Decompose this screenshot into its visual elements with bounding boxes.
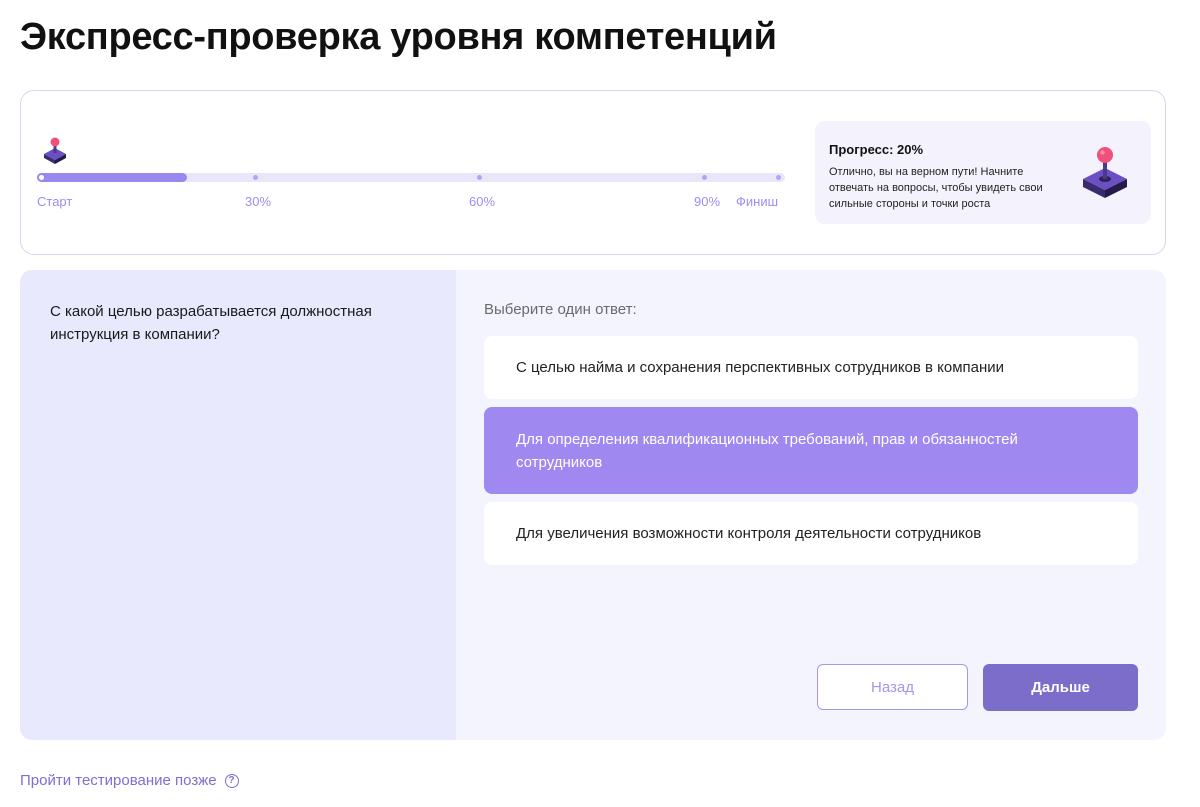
progress-tip-text: Отлично, вы на верном пути! Начните отве… <box>829 166 1043 210</box>
answer-option-label: Для определения квалификационных требова… <box>516 430 1018 471</box>
progress-card: Старт 30% 60% 90% Финиш Прогресс: 20% От… <box>20 90 1166 255</box>
progress-marker-finish <box>775 175 781 180</box>
joystick-icon <box>1083 147 1127 198</box>
page-title: Экспресс-проверка уровня компетенций <box>20 16 777 58</box>
help-circle-icon: ? <box>224 773 239 788</box>
take-test-later-label: Пройти тестирование позже <box>20 772 217 789</box>
question-text: С какой целью разрабатывается должностна… <box>50 303 372 343</box>
answer-option-3[interactable]: Для увеличения возможности контроля деят… <box>484 502 1138 565</box>
quiz-panel: С какой целью разрабатывается должностна… <box>20 270 1166 740</box>
answer-option-2[interactable]: Для определения квалификационных требова… <box>484 407 1138 494</box>
next-button[interactable]: Дальше <box>983 664 1138 711</box>
progress-label-start: Старт <box>37 194 73 209</box>
answer-option-label: Для увеличения возможности контроля деят… <box>516 525 982 542</box>
take-test-later-link[interactable]: Пройти тестирование позже ? <box>20 772 239 789</box>
progress-label-finish: Финиш <box>736 194 779 209</box>
progress-label-90: 90% <box>694 194 721 209</box>
joystick-icon <box>44 137 66 164</box>
answer-prompt: Выберите один ответ: <box>484 301 637 318</box>
progress-track <box>37 173 785 182</box>
question-panel: С какой целью разрабатывается должностна… <box>20 270 456 740</box>
progress-marker-90 <box>701 175 707 180</box>
progress-marker-30 <box>252 175 258 180</box>
progress-tip-title: Прогресс: 20% <box>829 142 924 157</box>
progress-marker-60 <box>476 175 482 180</box>
progress-label-60: 60% <box>469 194 496 209</box>
progress-label-30: 30% <box>245 194 272 209</box>
progress-marker-start <box>38 175 44 180</box>
answer-option-label: С целью найма и сохранения перспективных… <box>516 359 1005 376</box>
answer-option-1[interactable]: С целью найма и сохранения перспективных… <box>484 336 1138 399</box>
progress-tip: Прогресс: 20% Отлично, вы на верном пути… <box>815 121 1151 224</box>
back-button[interactable]: Назад <box>817 664 968 710</box>
progress-fill <box>37 173 187 182</box>
